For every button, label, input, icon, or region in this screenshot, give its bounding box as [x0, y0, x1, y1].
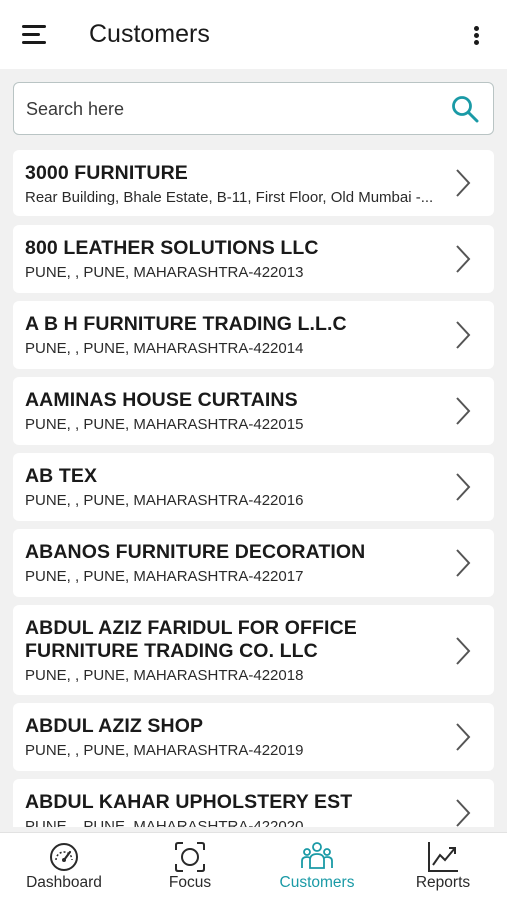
- nav-label: Dashboard: [26, 874, 102, 891]
- customer-card[interactable]: AB TEX PUNE, , PUNE, MAHARASHTRA-422016: [13, 453, 494, 521]
- customer-address: PUNE, , PUNE, MAHARASHTRA-422019: [25, 742, 304, 759]
- customer-name: ABDUL AZIZ FARIDUL FOR OFFICE FURNITURE …: [25, 617, 357, 662]
- search-bar: [13, 82, 494, 135]
- nav-label: Reports: [415, 874, 471, 891]
- customer-card[interactable]: 3000 FURNITURE Rear Building, Bhale Esta…: [13, 150, 494, 216]
- nav-item-focus[interactable]: Focus: [127, 833, 253, 900]
- nav-item-dashboard[interactable]: Dashboard: [1, 833, 127, 900]
- nav-item-customers[interactable]: Customers: [254, 833, 380, 900]
- customer-address: PUNE, , PUNE, MAHARASHTRA-422020: [25, 818, 304, 827]
- customer-name: 3000 FURNITURE: [25, 162, 188, 184]
- customer-card[interactable]: ABDUL AZIZ FARIDUL FOR OFFICE FURNITURE …: [13, 605, 494, 695]
- customer-name: ABANOS FURNITURE DECORATION: [25, 541, 366, 563]
- chevron-right-icon: [456, 723, 471, 751]
- customer-list: 3000 FURNITURE Rear Building, Bhale Esta…: [13, 150, 494, 827]
- search-icon[interactable]: [451, 95, 479, 123]
- chevron-right-icon: [456, 637, 471, 665]
- customer-address: PUNE, , PUNE, MAHARASHTRA-422018: [25, 667, 304, 684]
- customer-card[interactable]: ABDUL AZIZ SHOP PUNE, , PUNE, MAHARASHTR…: [13, 703, 494, 771]
- nav-label: Customers: [279, 874, 355, 891]
- chevron-right-icon: [456, 473, 471, 501]
- people-icon: [301, 842, 333, 869]
- customer-address: PUNE, , PUNE, MAHARASHTRA-422017: [25, 568, 304, 585]
- customer-card[interactable]: ABDUL KAHAR UPHOLSTERY EST PUNE, , PUNE,…: [13, 779, 494, 827]
- search-input[interactable]: [26, 93, 426, 125]
- chevron-right-icon: [456, 397, 471, 425]
- chevron-right-icon: [456, 799, 471, 827]
- focus-icon: [175, 842, 205, 872]
- nav-item-reports[interactable]: Reports: [380, 833, 506, 900]
- chevron-right-icon: [456, 245, 471, 273]
- app-bar: Customers: [0, 0, 507, 69]
- customer-address: PUNE, , PUNE, MAHARASHTRA-422013: [25, 264, 304, 281]
- chevron-right-icon: [456, 321, 471, 349]
- customer-address: Rear Building, Bhale Estate, B-11, First…: [25, 189, 434, 206]
- customer-address: PUNE, , PUNE, MAHARASHTRA-422015: [25, 416, 304, 433]
- customer-address: PUNE, , PUNE, MAHARASHTRA-422014: [25, 340, 304, 357]
- customer-name: A B H FURNITURE TRADING L.L.C: [25, 313, 347, 335]
- customer-name: ABDUL KAHAR UPHOLSTERY EST: [25, 791, 353, 813]
- customer-card[interactable]: AAMINAS HOUSE CURTAINS PUNE, , PUNE, MAH…: [13, 377, 494, 445]
- nav-label: Focus: [168, 874, 212, 891]
- menu-icon[interactable]: [22, 24, 48, 46]
- customer-card[interactable]: A B H FURNITURE TRADING L.L.C PUNE, , PU…: [13, 301, 494, 369]
- chart-icon: [428, 842, 458, 872]
- bottom-navigation: Dashboard Focus Customers Reports: [0, 832, 507, 900]
- customer-name: 800 LEATHER SOLUTIONS LLC: [25, 237, 319, 259]
- chevron-right-icon: [456, 549, 471, 577]
- customer-card[interactable]: 800 LEATHER SOLUTIONS LLC PUNE, , PUNE, …: [13, 225, 494, 293]
- customer-name: AAMINAS HOUSE CURTAINS: [25, 389, 298, 411]
- more-options-icon[interactable]: [467, 24, 487, 48]
- customer-name: ABDUL AZIZ SHOP: [25, 715, 204, 737]
- customer-address: PUNE, , PUNE, MAHARASHTRA-422016: [25, 492, 304, 509]
- customer-name: AB TEX: [25, 465, 98, 487]
- gauge-icon: [50, 843, 78, 871]
- page-title: Customers: [89, 20, 210, 48]
- customer-card[interactable]: ABANOS FURNITURE DECORATION PUNE, , PUNE…: [13, 529, 494, 597]
- chevron-right-icon: [456, 169, 471, 197]
